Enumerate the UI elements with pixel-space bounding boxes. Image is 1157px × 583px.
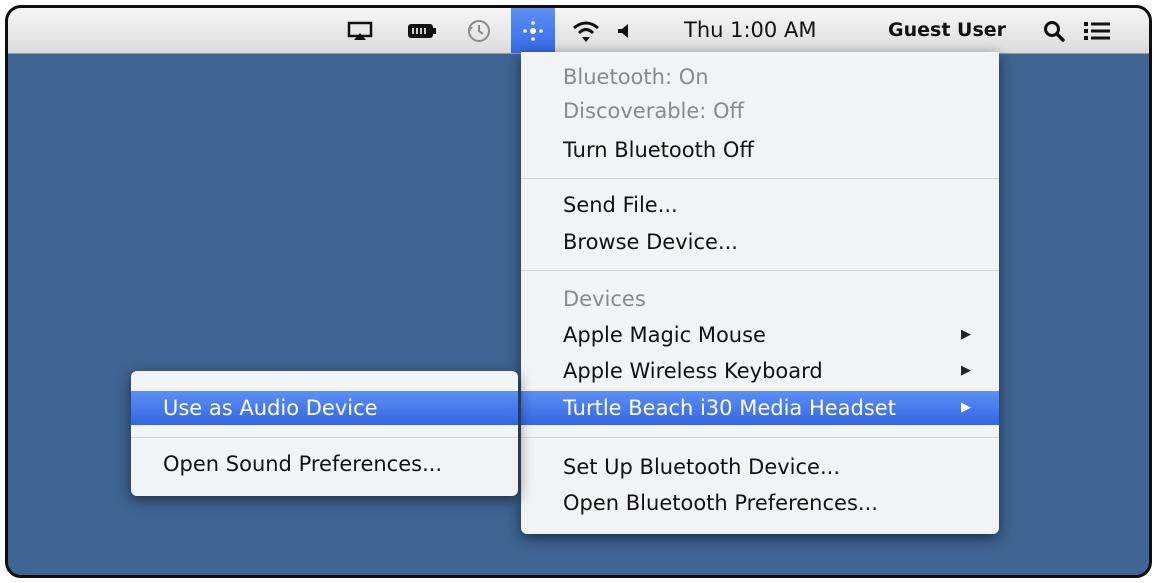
battery-icon[interactable] [404,8,440,53]
browse-device-item[interactable]: Browse Device... [521,225,999,259]
device-turtle-beach-headset[interactable]: Turtle Beach i30 Media Headset ▶ [521,391,999,425]
search-icon[interactable] [1040,8,1068,53]
turn-bluetooth-off-item[interactable]: Turn Bluetooth Off [521,133,999,167]
bluetooth-icon[interactable] [511,8,555,53]
wifi-icon[interactable] [568,8,604,53]
device-apple-magic-mouse[interactable]: Apple Magic Mouse ▶ [521,318,999,352]
volume-icon[interactable] [612,8,638,53]
submenu-arrow-icon: ▶ [961,363,971,378]
user-name[interactable]: Guest User [888,8,1006,53]
open-sound-preferences-item[interactable]: Open Sound Preferences... [131,447,518,481]
menu-separator [131,437,518,438]
devices-header: Devices [563,287,646,311]
open-bluetooth-preferences-item[interactable]: Open Bluetooth Preferences... [521,486,999,520]
use-as-audio-device-item[interactable]: Use as Audio Device [131,391,518,425]
send-file-item[interactable]: Send File... [521,188,999,222]
submenu-arrow-icon: ▶ [961,327,971,342]
device-submenu: Use as Audio Device Open Sound Preferenc… [131,371,518,496]
bluetooth-menu: Bluetooth: On Discoverable: Off Turn Blu… [521,52,999,534]
submenu-arrow-icon: ▶ [961,400,971,415]
notification-list-icon[interactable] [1080,8,1114,53]
airplay-icon[interactable] [343,8,377,53]
menu-separator [521,437,999,438]
clock[interactable]: Thu 1:00 AM [684,8,816,53]
device-apple-wireless-keyboard[interactable]: Apple Wireless Keyboard ▶ [521,354,999,388]
menu-separator [521,270,999,271]
menu-bar: Thu 1:00 AM Guest User [8,8,1149,54]
screen-frame: Thu 1:00 AM Guest User Bluetooth: On Dis… [5,5,1152,578]
bluetooth-status: Bluetooth: On [563,65,709,89]
time-machine-icon[interactable] [462,8,496,53]
set-up-bluetooth-device-item[interactable]: Set Up Bluetooth Device... [521,450,999,484]
discoverable-status: Discoverable: Off [563,99,745,123]
menu-separator [521,178,999,179]
